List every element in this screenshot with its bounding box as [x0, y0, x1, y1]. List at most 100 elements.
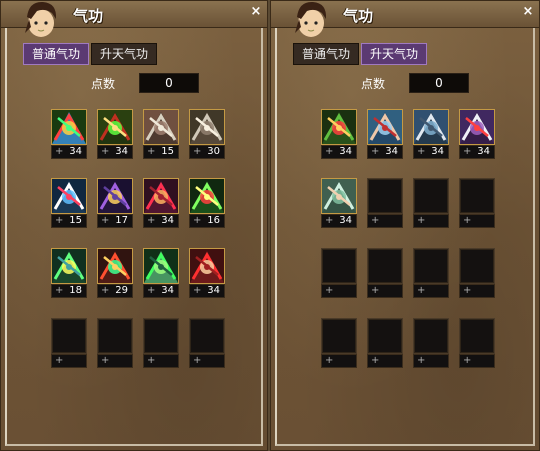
tab-normal-qigong[interactable]: 普通气功	[293, 43, 360, 65]
skill-slot[interactable]: +34	[321, 178, 357, 230]
skill-slot[interactable]: +	[143, 318, 179, 370]
purple-spiral-icon[interactable]	[97, 178, 133, 214]
skill-slot[interactable]: +	[413, 318, 449, 370]
skill-slot[interactable]: +30	[189, 109, 225, 161]
empty-slot-icon[interactable]	[143, 318, 179, 354]
add-point-icon[interactable]: +	[101, 215, 109, 227]
add-point-icon[interactable]: +	[463, 146, 471, 158]
fist-sky-icon[interactable]	[367, 109, 403, 145]
empty-slot-icon[interactable]	[189, 318, 225, 354]
empty-slot-icon[interactable]	[321, 318, 357, 354]
skill-slot[interactable]: +	[367, 318, 403, 370]
add-point-icon[interactable]: +	[55, 355, 63, 367]
blade-slash-icon[interactable]	[51, 178, 87, 214]
add-point-icon[interactable]: +	[417, 146, 425, 158]
add-point-icon[interactable]: +	[147, 146, 155, 158]
skill-slot[interactable]: +	[321, 318, 357, 370]
green-starburst-icon[interactable]	[51, 248, 87, 284]
skill-slot[interactable]: +34	[143, 248, 179, 300]
empty-slot-icon[interactable]	[413, 178, 449, 214]
skill-slot[interactable]: +34	[143, 178, 179, 230]
close-button[interactable]: ×	[249, 5, 263, 19]
empty-slot-icon[interactable]	[413, 318, 449, 354]
add-point-icon[interactable]: +	[463, 215, 471, 227]
add-point-icon[interactable]: +	[463, 355, 471, 367]
add-point-icon[interactable]: +	[371, 355, 379, 367]
empty-slot-icon[interactable]	[459, 248, 495, 284]
add-point-icon[interactable]: +	[193, 215, 201, 227]
empty-slot-icon[interactable]	[459, 178, 495, 214]
skill-slot[interactable]: +34	[367, 109, 403, 161]
skill-slot[interactable]: +34	[97, 109, 133, 161]
skill-slot[interactable]: +	[459, 318, 495, 370]
add-point-icon[interactable]: +	[55, 146, 63, 158]
add-point-icon[interactable]: +	[463, 285, 471, 297]
skill-slot[interactable]: +34	[413, 109, 449, 161]
skill-slot[interactable]: +	[367, 248, 403, 300]
add-point-icon[interactable]: +	[101, 285, 109, 297]
skill-slot[interactable]: +16	[189, 178, 225, 230]
empty-slot-icon[interactable]	[97, 318, 133, 354]
tab-ascension-qigong[interactable]: 升天气功	[361, 43, 428, 65]
red-flame-icon[interactable]	[143, 178, 179, 214]
empty-slot-icon[interactable]	[367, 178, 403, 214]
skill-slot[interactable]: +	[189, 318, 225, 370]
skill-slot[interactable]: +	[97, 318, 133, 370]
empty-slot-icon[interactable]	[413, 248, 449, 284]
skill-slot[interactable]: +	[51, 318, 87, 370]
sword-icon[interactable]	[143, 109, 179, 145]
heal-sky-icon[interactable]	[321, 178, 357, 214]
masked-figure-icon[interactable]	[459, 109, 495, 145]
rainbow-burst-icon[interactable]	[51, 109, 87, 145]
skill-slot[interactable]: +	[413, 178, 449, 230]
add-point-icon[interactable]: +	[417, 285, 425, 297]
tab-ascension-qigong[interactable]: 升天气功	[91, 43, 158, 65]
add-point-icon[interactable]: +	[417, 355, 425, 367]
blade-sky-icon[interactable]	[413, 109, 449, 145]
empty-slot-icon[interactable]	[367, 318, 403, 354]
skill-slot[interactable]: +15	[51, 178, 87, 230]
skill-slot[interactable]: +	[459, 178, 495, 230]
add-point-icon[interactable]: +	[193, 355, 201, 367]
add-point-icon[interactable]: +	[101, 355, 109, 367]
add-point-icon[interactable]: +	[371, 146, 379, 158]
add-point-icon[interactable]: +	[371, 285, 379, 297]
red-dragon-icon[interactable]	[189, 248, 225, 284]
add-point-icon[interactable]: +	[147, 215, 155, 227]
skill-slot[interactable]: +34	[51, 109, 87, 161]
empty-slot-icon[interactable]	[321, 248, 357, 284]
add-point-icon[interactable]: +	[147, 285, 155, 297]
empty-slot-icon[interactable]	[459, 318, 495, 354]
green-rays-icon[interactable]	[143, 248, 179, 284]
title-bar[interactable]: 气功 ×	[271, 1, 539, 37]
add-point-icon[interactable]: +	[325, 285, 333, 297]
skill-slot[interactable]: +29	[97, 248, 133, 300]
empty-slot-icon[interactable]	[51, 318, 87, 354]
red-vortex-icon[interactable]	[97, 248, 133, 284]
add-point-icon[interactable]: +	[193, 146, 201, 158]
skill-slot[interactable]: +34	[321, 109, 357, 161]
add-point-icon[interactable]: +	[147, 355, 155, 367]
empty-slot-icon[interactable]	[367, 248, 403, 284]
close-button[interactable]: ×	[521, 5, 535, 19]
skill-slot[interactable]: +17	[97, 178, 133, 230]
add-point-icon[interactable]: +	[101, 146, 109, 158]
skill-slot[interactable]: +34	[189, 248, 225, 300]
skill-slot[interactable]: +	[367, 178, 403, 230]
add-point-icon[interactable]: +	[371, 215, 379, 227]
skill-slot[interactable]: +18	[51, 248, 87, 300]
tab-normal-qigong[interactable]: 普通气功	[23, 43, 90, 65]
smoke-swirl-icon[interactable]	[189, 109, 225, 145]
add-point-icon[interactable]: +	[325, 146, 333, 158]
green-flare-icon[interactable]	[189, 178, 225, 214]
add-point-icon[interactable]: +	[325, 215, 333, 227]
skill-slot[interactable]: +15	[143, 109, 179, 161]
add-point-icon[interactable]: +	[417, 215, 425, 227]
add-point-icon[interactable]: +	[325, 355, 333, 367]
add-point-icon[interactable]: +	[55, 215, 63, 227]
add-point-icon[interactable]: +	[55, 285, 63, 297]
add-point-icon[interactable]: +	[193, 285, 201, 297]
skill-slot[interactable]: +	[459, 248, 495, 300]
bamboo-strike-icon[interactable]	[321, 109, 357, 145]
title-bar[interactable]: 气功 ×	[1, 1, 267, 37]
